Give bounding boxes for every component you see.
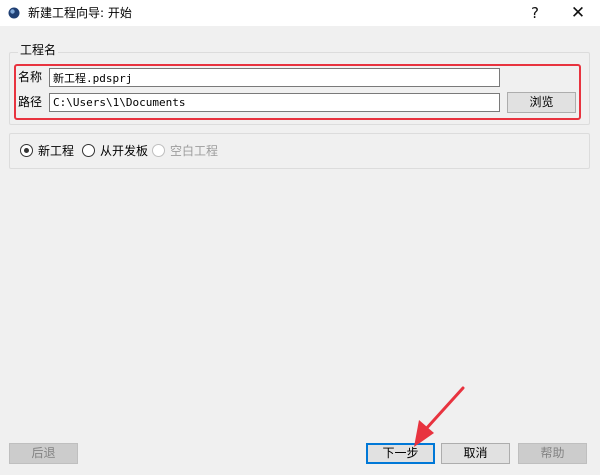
radio-label: 从开发板 [100, 144, 149, 158]
name-label: 名称 [18, 70, 43, 84]
app-icon [8, 7, 20, 19]
help-button: 帮助 [518, 443, 587, 464]
browse-button[interactable]: 浏览 [507, 92, 576, 113]
radio-label: 空白工程 [170, 144, 219, 158]
window-title: 新建工程向导: 开始 [28, 6, 132, 20]
help-title-button[interactable]: ? [515, 0, 555, 26]
radio-circle [152, 144, 165, 157]
next-button[interactable]: 下一步 [366, 443, 435, 464]
radio-circle [20, 144, 33, 157]
close-button[interactable]: ✕ [558, 0, 598, 26]
group-title: 工程名 [18, 42, 59, 58]
cancel-button[interactable]: 取消 [441, 443, 510, 464]
path-input[interactable] [49, 93, 500, 112]
back-button: 后退 [9, 443, 78, 464]
radio-dot [24, 148, 29, 153]
title-bar: 新建工程向导: 开始 ? ✕ [0, 0, 600, 26]
radio-circle [82, 144, 95, 157]
name-input[interactable] [49, 68, 500, 87]
path-label: 路径 [18, 95, 43, 109]
radio-label: 新工程 [38, 144, 75, 158]
project-type-group [9, 133, 590, 169]
